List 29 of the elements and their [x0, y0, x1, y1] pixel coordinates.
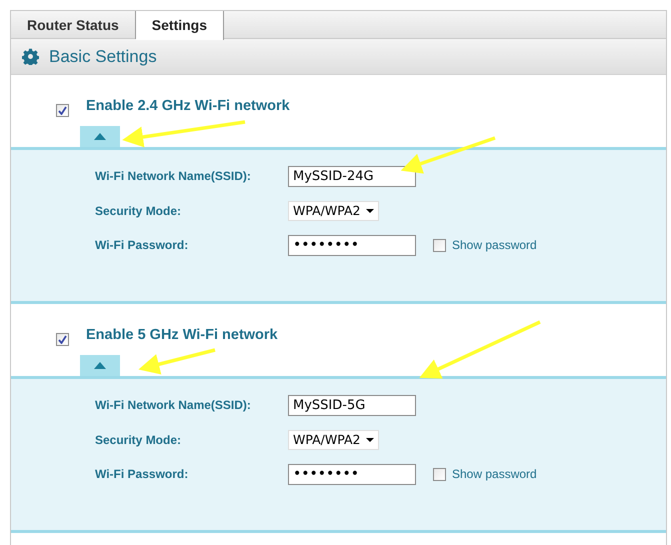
- security-dropdown[interactable]: WPA/WPA2: [288, 430, 379, 450]
- network-title: Enable 5 GHz Wi-Fi network: [86, 326, 278, 345]
- field-label: Wi-Fi Password:: [95, 237, 190, 254]
- field-label: Wi-Fi Network Name(SSID):: [95, 168, 252, 185]
- field-label: Security Mode:: [95, 432, 182, 449]
- password-field[interactable]: ••••••••: [288, 234, 416, 256]
- caret-up-icon: [94, 133, 106, 140]
- dropdown-arrow-icon: [366, 438, 374, 442]
- checkbox[interactable]: [433, 238, 446, 252]
- collapse-toggle[interactable]: [80, 126, 120, 147]
- checkbox[interactable]: [56, 104, 69, 118]
- section-title: Basic Settings: [49, 46, 157, 68]
- security-dropdown[interactable]: WPA/WPA2: [288, 201, 379, 221]
- checkbox[interactable]: [433, 468, 446, 480]
- dropdown-arrow-icon: [366, 209, 374, 213]
- field-label: Security Mode:: [95, 203, 182, 220]
- ssid-field[interactable]: MySSID-5G: [288, 394, 416, 416]
- show-password-label[interactable]: Show password: [452, 236, 537, 254]
- caret-up-icon: [94, 362, 106, 369]
- gear-icon: [22, 48, 39, 65]
- checkbox[interactable]: [56, 333, 69, 346]
- field-label: Wi-Fi Password:: [95, 466, 190, 483]
- network-title: Enable 2.4 GHz Wi-Fi network: [86, 97, 290, 116]
- password-field[interactable]: ••••••••: [288, 464, 416, 484]
- tab[interactable]: Settings: [136, 11, 224, 40]
- collapse-toggle[interactable]: [80, 355, 120, 376]
- field-label: Wi-Fi Network Name(SSID):: [95, 397, 252, 414]
- show-password-label[interactable]: Show password: [452, 465, 537, 483]
- ssid-field[interactable]: MySSID-24G: [288, 166, 416, 186]
